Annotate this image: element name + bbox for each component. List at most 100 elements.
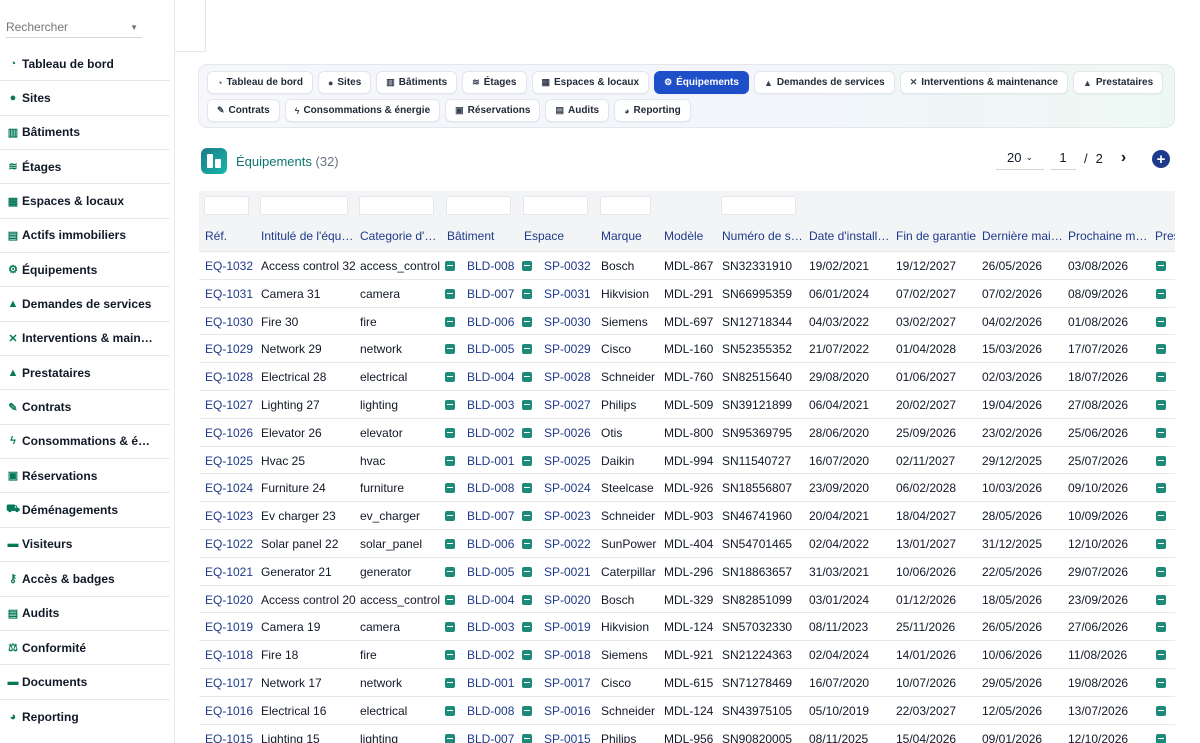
table-cell[interactable] [1156,259,1175,273]
folder-icon[interactable] [445,622,455,633]
table-cell[interactable] [1156,537,1175,551]
table-cell[interactable]: BLD-008 [445,481,519,495]
table-row[interactable]: EQ-1028 Electrical 28 electrical BLD-004 SP-… [199,363,1175,391]
folder-icon[interactable] [522,566,532,577]
sidebar-item-actifs-immobiliers[interactable]: ▤ Actifs immobiliers [0,219,170,254]
table-cell[interactable]: EQ-1023 [205,509,257,523]
sidebar-search[interactable]: ▼ [6,14,142,38]
folder-icon[interactable] [445,677,455,688]
folder-icon[interactable] [1156,511,1166,522]
folder-icon[interactable] [1156,455,1166,466]
table-row[interactable]: EQ-1032 Access control 32 access_control BL… [199,252,1175,280]
folder-icon[interactable] [1156,261,1166,271]
column-header[interactable]: Dernière mai… [982,229,1064,243]
sidebar-item-sites[interactable]: ● Sites [0,81,170,116]
sidebar-item-espaces-locaux[interactable]: ▦ Espaces & locaux [0,184,170,219]
table-cell[interactable]: EQ-1032 [205,259,257,273]
table-cell[interactable]: BLD-007 [445,732,519,743]
folder-icon[interactable] [1156,344,1166,355]
sidebar-item-interventions-main[interactable]: ✕ Interventions & main… [0,322,170,357]
column-header[interactable]: Marque [601,229,659,243]
table-row[interactable]: EQ-1024 Furniture 24 furniture BLD-008 SP-00… [199,474,1175,503]
folder-icon[interactable] [1156,705,1166,716]
column-header[interactable]: Pres [1155,229,1175,243]
table-row[interactable]: EQ-1029 Network 29 network BLD-005 SP-0029 Ci… [199,335,1175,364]
table-cell[interactable]: BLD-005 [445,342,519,356]
column-header[interactable]: Prochaine m… [1068,229,1150,243]
table-cell[interactable]: BLD-007 [445,509,519,523]
folder-icon[interactable] [522,483,532,494]
sidebar-item-demenagements[interactable]: ⛟ Déménagements [0,493,170,528]
folder-icon[interactable] [1156,372,1166,383]
column-filter-input[interactable] [600,196,651,215]
table-cell[interactable] [1156,370,1175,384]
folder-icon[interactable] [522,372,532,383]
table-cell[interactable]: EQ-1015 [205,732,257,743]
sidebar-item-audits[interactable]: ▤ Audits [0,597,170,631]
table-row[interactable]: EQ-1027 Lighting 27 lighting BLD-003 SP-0027… [199,391,1175,419]
table-cell[interactable] [1156,315,1175,329]
table-cell[interactable]: SP-0027 [522,398,596,412]
sidebar-item-contrats[interactable]: ✎ Contrats [0,390,170,425]
module-tab-reservations[interactable]: ▣ Réservations [445,99,541,122]
table-cell[interactable]: BLD-006 [445,537,519,551]
table-cell[interactable]: BLD-007 [445,287,519,301]
table-cell[interactable]: SP-0032 [522,259,596,273]
table-row[interactable]: EQ-1030 Fire 30 fire BLD-006 SP-0030 Siemens M… [199,308,1175,336]
table-row[interactable]: EQ-1031 Camera 31 camera BLD-007 SP-0031 Hikv… [199,280,1175,308]
folder-icon[interactable] [445,705,455,716]
column-filter-input[interactable] [523,196,588,215]
column-header[interactable]: Date d'install… [809,229,891,243]
table-cell[interactable]: BLD-001 [445,676,519,690]
table-row[interactable]: EQ-1017 Network 17 network BLD-001 SP-0017 Ci… [199,669,1175,697]
folder-icon[interactable] [522,733,532,743]
table-cell[interactable]: BLD-001 [445,454,519,468]
table-row[interactable]: EQ-1021 Generator 21 generator BLD-005 SP-00… [199,558,1175,586]
table-cell[interactable]: SP-0018 [522,648,596,662]
table-cell[interactable]: SP-0026 [522,426,596,440]
folder-icon[interactable] [445,316,455,327]
table-cell[interactable] [1156,565,1175,579]
table-cell[interactable]: SP-0030 [522,315,596,329]
table-cell[interactable]: EQ-1018 [205,648,257,662]
column-filter-input[interactable] [204,196,249,215]
folder-icon[interactable] [445,650,455,661]
sidebar-item-conformite[interactable]: ⚖ Conformité [0,631,170,666]
table-cell[interactable]: EQ-1026 [205,426,257,440]
table-cell[interactable]: BLD-006 [445,315,519,329]
module-tab-audits[interactable]: ▤ Audits [545,99,610,122]
sidebar-item-demandes-de-services[interactable]: ▲ Demandes de services [0,287,170,322]
table-cell[interactable]: EQ-1020 [205,593,257,607]
table-cell[interactable]: EQ-1029 [205,342,257,356]
sidebar-item-equipements[interactable]: ⚙ Équipements [0,253,170,288]
table-cell[interactable]: SP-0016 [522,704,596,718]
table-cell[interactable]: SP-0022 [522,537,596,551]
table-cell[interactable]: SP-0019 [522,620,596,634]
table-cell[interactable] [1156,426,1175,440]
column-filter-input[interactable] [260,196,348,215]
module-tab-reporting[interactable]: ◕ Reporting [614,99,691,122]
folder-icon[interactable] [522,288,532,299]
table-cell[interactable]: BLD-004 [445,593,519,607]
table-row[interactable]: EQ-1026 Elevator 26 elevator BLD-002 SP-0026… [199,419,1175,447]
sidebar-item-visiteurs[interactable]: ▬ Visiteurs [0,528,170,563]
search-input[interactable] [6,14,124,34]
module-tab-contrats[interactable]: ✎ Contrats [207,99,280,122]
module-tab-demandes-de-services[interactable]: ▲ Demandes de services [753,71,895,94]
table-cell[interactable]: SP-0017 [522,676,596,690]
folder-icon[interactable] [522,511,532,522]
folder-icon[interactable] [522,538,532,549]
folder-icon[interactable] [1156,594,1166,605]
column-header[interactable]: Modèle [664,229,718,243]
folder-icon[interactable] [1156,427,1166,438]
table-row[interactable]: EQ-1016 Electrical 16 electrical BLD-008 SP-… [199,697,1175,725]
sidebar-item-prestataires[interactable]: ▲ Prestataires [0,356,170,391]
sidebar-item-reservations[interactable]: ▣ Réservations [0,459,170,494]
table-cell[interactable]: BLD-005 [445,565,519,579]
table-cell[interactable] [1156,509,1175,523]
table-cell[interactable]: BLD-003 [445,620,519,634]
folder-icon[interactable] [445,399,455,410]
folder-icon[interactable] [522,622,532,633]
table-cell[interactable]: SP-0024 [522,481,596,495]
table-cell[interactable]: EQ-1027 [205,398,257,412]
